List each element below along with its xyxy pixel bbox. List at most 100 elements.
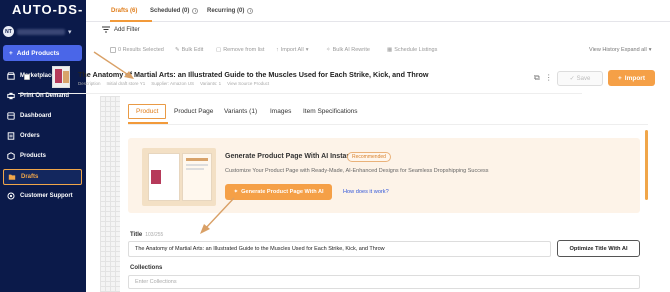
meta-supplier: Supplier: Amazon US xyxy=(151,81,194,86)
print-icon xyxy=(7,92,15,100)
bulk-edit-button[interactable]: ✎ Bulk Edit xyxy=(175,47,203,53)
sidebar-item-customer-support[interactable]: Customer Support xyxy=(3,188,82,204)
tab-label: Images xyxy=(270,108,292,115)
bulk-ai-rewrite-button[interactable]: ✧ Bulk AI Rewrite xyxy=(326,47,370,53)
add-filter-button[interactable]: Add Filter xyxy=(102,26,140,33)
optimize-title-button[interactable]: Optimize Title With AI xyxy=(557,240,640,257)
tab-label: Drafts (6) xyxy=(111,8,138,14)
add-filter-label: Add Filter xyxy=(114,26,140,33)
save-button[interactable]: ✓ Save xyxy=(557,71,603,86)
chevron-down-icon[interactable]: ⌄ xyxy=(37,72,43,80)
cart-icon xyxy=(7,132,15,140)
tab-drafts[interactable]: Drafts (6) xyxy=(111,8,137,14)
product-title: The Anatomy of Martial Arts: an Illustra… xyxy=(78,70,429,79)
tab-product-page[interactable]: Product Page xyxy=(174,108,213,115)
collections-field-label: Collections xyxy=(130,265,163,271)
schedule-listings-button[interactable]: ▦ Schedule Listings xyxy=(387,47,437,53)
sidebar-item-orders[interactable]: Orders xyxy=(3,128,82,144)
tabs-divider xyxy=(128,124,648,125)
sidebar-item-products[interactable]: Products xyxy=(3,148,82,164)
ai-icon: ✧ xyxy=(326,47,331,53)
bulk-toolbar: 0 Results Selected ✎ Bulk Edit ▢ Remove fr… xyxy=(86,44,670,56)
collections-input[interactable]: Enter Collections xyxy=(128,275,640,289)
save-label: Save xyxy=(576,75,591,82)
active-tab-indicator xyxy=(110,20,152,22)
sidebar-item-label: Dashboard xyxy=(20,113,52,119)
active-tab-indicator xyxy=(128,122,168,124)
sidebar-item-dashboard[interactable]: Dashboard xyxy=(3,108,82,124)
checkbox[interactable] xyxy=(110,47,116,53)
edit-icon: ✎ xyxy=(175,47,180,53)
more-options-icon[interactable]: ⋮ xyxy=(545,73,553,83)
meta-store: Initial draft store Y1 xyxy=(106,81,146,86)
view-source-link[interactable]: View Source Product xyxy=(227,81,269,86)
app-logo[interactable]: AUTO-DS- xyxy=(12,2,83,17)
tab-label: Product xyxy=(136,108,159,115)
schedule-label: Schedule Listings xyxy=(394,47,438,53)
support-icon xyxy=(7,192,15,200)
folder-icon xyxy=(8,174,16,180)
expand-all-toggle[interactable]: Expand all ▾ xyxy=(621,47,651,53)
tab-recurring[interactable]: Recurring (0) i xyxy=(207,8,254,14)
how-does-it-work-link[interactable]: How does it work? xyxy=(343,189,389,195)
chevron-down-icon: ▾ xyxy=(305,47,309,53)
panel-scrollbar[interactable] xyxy=(645,130,648,200)
sidebar-item-drafts[interactable]: Drafts xyxy=(3,169,82,185)
ai-product-page-card: Generate Product Page With AI Instantly … xyxy=(128,138,640,213)
expand-all-label: Expand all xyxy=(621,47,647,53)
sidebar-item-label: Drafts xyxy=(21,174,39,180)
selected-count: 0 Results Selected xyxy=(118,47,164,53)
box-icon xyxy=(7,152,15,160)
tab-label: Item Specifications xyxy=(303,108,358,115)
drafts-tabs: Drafts (6) Scheduled (0) i Recurring (0) i xyxy=(86,0,670,22)
external-link-icon[interactable]: ⧉ xyxy=(534,73,540,83)
tab-images[interactable]: Images xyxy=(270,108,291,115)
add-products-button[interactable]: + Add Products xyxy=(3,45,82,61)
sidebar-item-label: Customer Support xyxy=(20,193,73,199)
import-all-button[interactable]: ↑ Import All ▾ xyxy=(276,47,308,53)
title-char-count: 103/255 xyxy=(145,232,164,238)
bulk-ai-label: Bulk AI Rewrite xyxy=(332,47,370,53)
meta-description: Description xyxy=(78,81,101,86)
row-checkbox[interactable] xyxy=(24,74,30,80)
view-history-link[interactable]: View History xyxy=(589,47,619,53)
tab-product[interactable]: Product xyxy=(128,104,167,119)
tab-scheduled[interactable]: Scheduled (0) i xyxy=(150,8,199,14)
store-avatar: NT xyxy=(3,26,14,37)
chevron-down-icon: ▾ xyxy=(68,28,72,36)
generate-label: Generate Product Page With AI xyxy=(241,189,324,195)
dashboard-icon xyxy=(7,112,15,120)
product-page-preview-image xyxy=(142,148,216,206)
ai-card-description: Customize Your Product Page with Ready-M… xyxy=(225,168,489,174)
plus-icon: + xyxy=(9,49,13,57)
title-input[interactable]: The Anatomy of Martial Arts: an Illustra… xyxy=(128,241,551,257)
view-history-label: View History xyxy=(589,47,620,53)
check-icon: ✓ xyxy=(569,76,575,82)
tab-variants[interactable]: Variants (1) xyxy=(224,108,257,115)
generate-product-page-button[interactable]: ✦ Generate Product Page With AI xyxy=(225,184,332,200)
chevron-down-icon: ▾ xyxy=(648,47,652,53)
store-selector[interactable]: NT ▾ xyxy=(3,24,83,39)
info-icon: i xyxy=(247,8,254,14)
plus-icon: + xyxy=(617,74,622,82)
import-button[interactable]: + Import xyxy=(608,70,655,86)
add-products-label: Add Products xyxy=(16,49,60,57)
import-all-label: Import All xyxy=(280,47,304,53)
ai-card-title: Generate Product Page With AI Instantly xyxy=(225,153,359,160)
sidebar-item-label: Products xyxy=(20,153,47,159)
trash-icon: ▢ xyxy=(216,47,222,53)
remove-label: Remove from list xyxy=(223,47,265,53)
tab-item-specifications[interactable]: Item Specifications xyxy=(303,108,358,115)
panel-gutter xyxy=(100,96,120,292)
sparkle-icon: ✦ xyxy=(233,189,239,195)
draft-product-row[interactable]: ⌄ The Anatomy of Martial Arts: an Illust… xyxy=(18,62,582,94)
product-thumbnail xyxy=(52,66,70,88)
meta-variants: Variants: 1 xyxy=(199,81,222,86)
title-field-label: Title 103/255 xyxy=(130,232,163,238)
select-all-checkbox[interactable]: 0 Results Selected xyxy=(110,47,164,53)
title-label-text: Title xyxy=(130,232,143,238)
tab-label: Recurring (0) xyxy=(207,8,245,14)
sidebar: AUTO-DS- NT ▾ + Add Products Marketplace… xyxy=(0,0,86,292)
recommended-badge: Recommended xyxy=(347,152,391,162)
remove-from-list-button[interactable]: ▢ Remove from list xyxy=(216,47,264,53)
